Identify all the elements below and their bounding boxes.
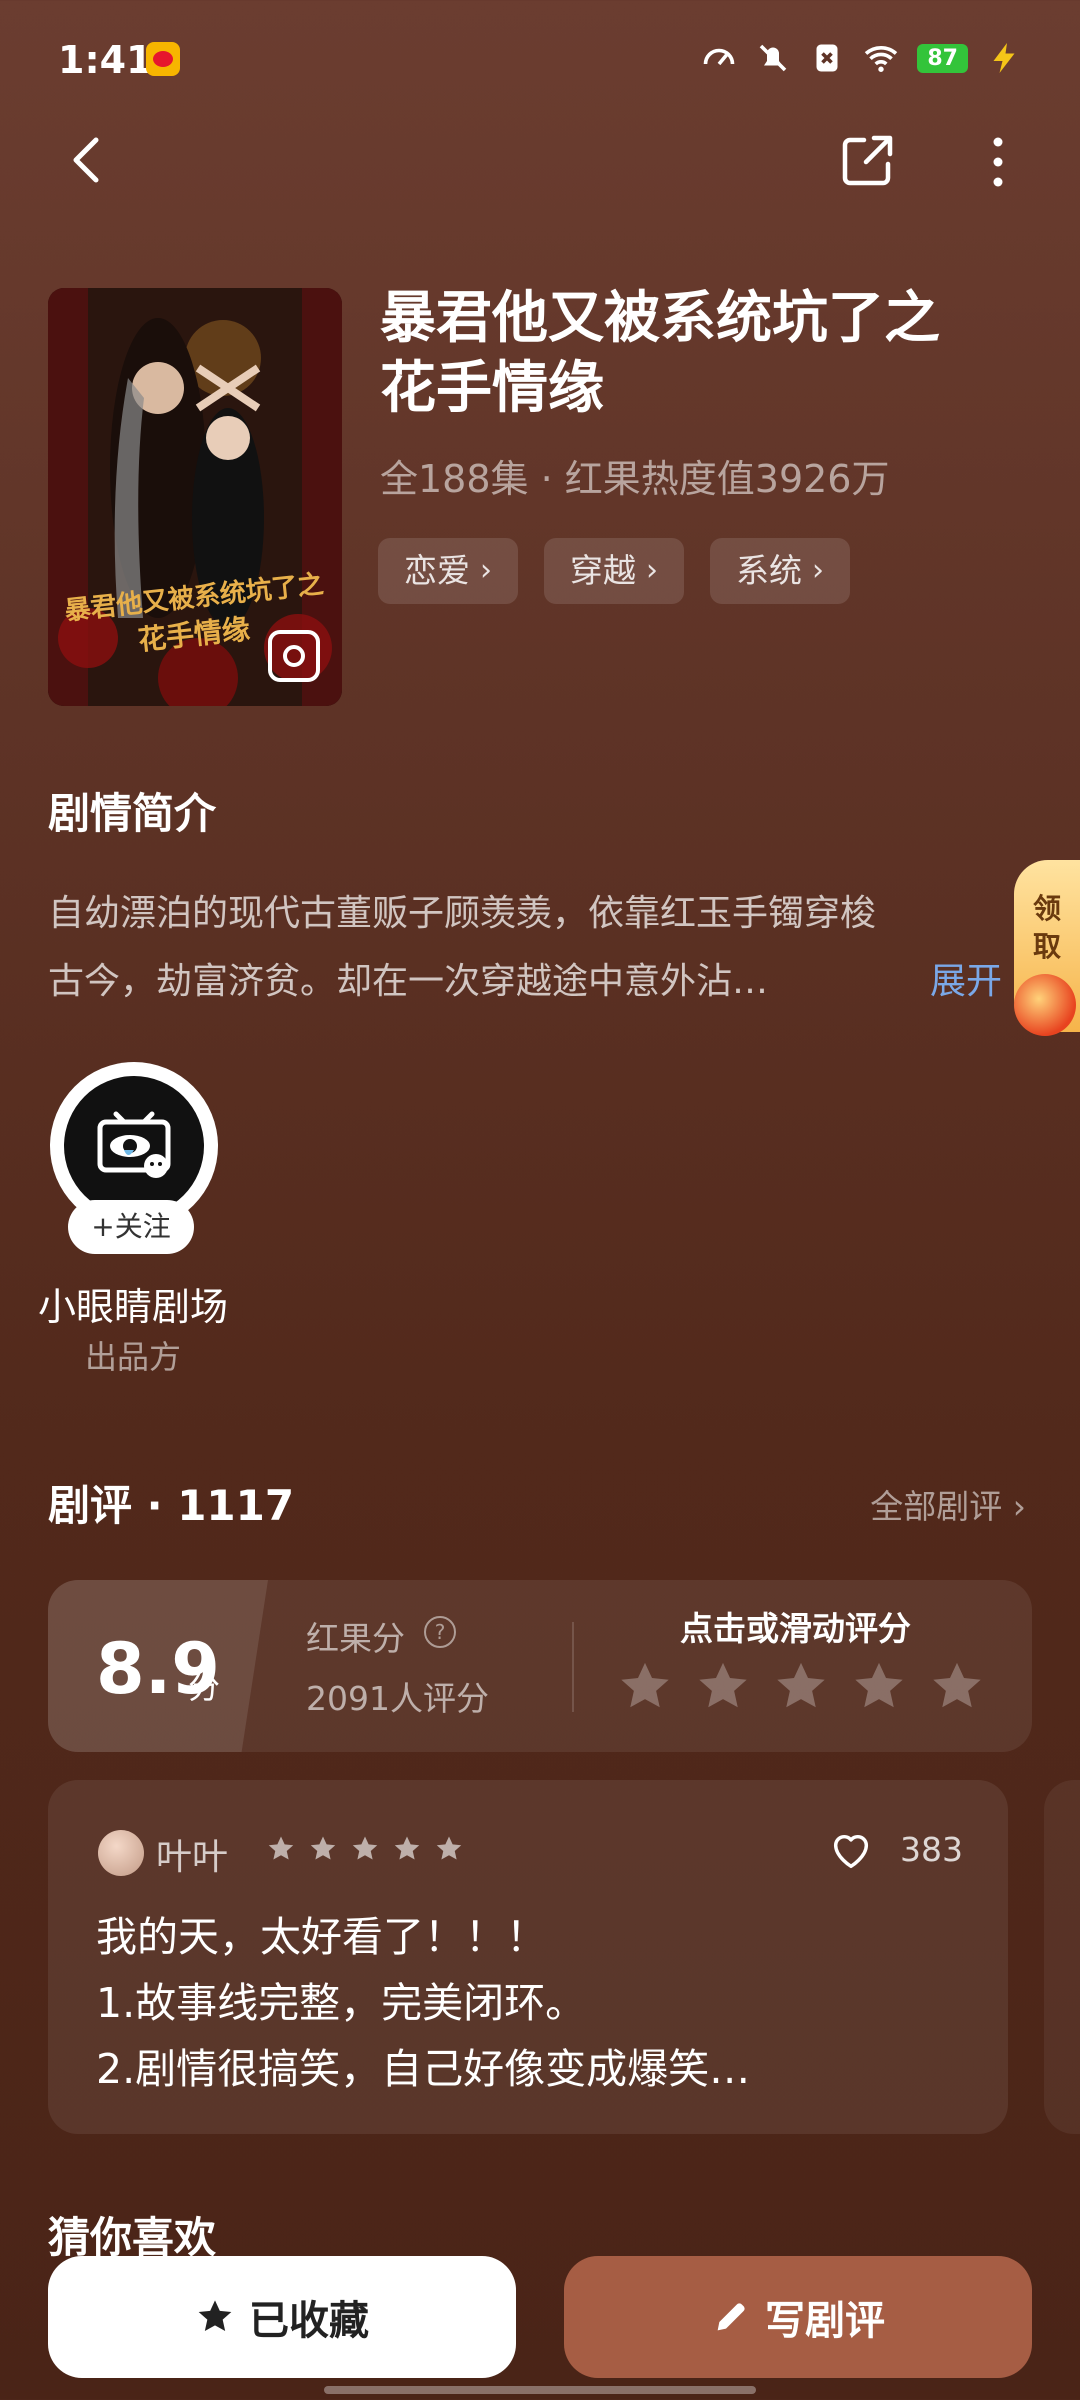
chevron-right-icon: › xyxy=(812,553,824,588)
review-line3: 2.剧情很搞笑，自己好像变成爆笑… xyxy=(96,2045,751,2093)
status-time: 1:41 xyxy=(58,38,153,82)
expand-link[interactable]: 展开 xyxy=(930,948,1002,1016)
synopsis-line2: 古今，劫富济贫。却在一次穿越途中意外沾… xyxy=(48,961,769,1002)
chevron-right-icon: › xyxy=(480,553,492,588)
reviews-title: 剧评 · 1117 xyxy=(48,1481,295,1530)
tag-list: 恋爱 › 穿越 › 系统 › xyxy=(378,538,850,604)
mute-icon xyxy=(760,44,787,72)
synopsis-text[interactable]: 自幼漂泊的现代古董贩子顾羡羡，依靠红玉手镯穿梭 古今，劫富济贫。却在一次穿越途中… xyxy=(48,880,1018,1016)
star-icon[interactable] xyxy=(772,1658,830,1716)
speedometer-icon xyxy=(704,48,735,66)
favorited-label: 已收藏 xyxy=(249,2298,369,2344)
reviewer-avatar[interactable] xyxy=(98,1830,144,1876)
review-stars xyxy=(266,1834,464,1864)
chevron-right-icon: › xyxy=(646,553,658,588)
charging-icon xyxy=(993,43,1015,73)
next-review-card-peek[interactable] xyxy=(1044,1780,1080,2134)
star-icon xyxy=(436,1836,462,1860)
write-review-label: 写剧评 xyxy=(765,2298,885,2344)
help-icon[interactable]: ? xyxy=(424,1616,456,1648)
star-icon[interactable] xyxy=(616,1658,674,1716)
tag-label: 恋爱 xyxy=(404,551,470,590)
review-text: 我的天，太好看了！！！ 1.故事线完整，完美闭环。 2.剧情很搞笑，自己好像变成… xyxy=(96,1904,976,2102)
review-card[interactable]: 叶叶 383 我的天，太好看了！！！ 1.故事线完整，完美闭环。 2.剧情很搞笑… xyxy=(48,1780,1008,2134)
rate-prompt: 点击或滑动评分 xyxy=(680,1609,911,1648)
star-icon xyxy=(394,1836,420,1860)
rating-count: 2091人评分 xyxy=(306,1679,489,1718)
back-icon[interactable] xyxy=(60,130,120,190)
star-icon[interactable] xyxy=(928,1658,986,1716)
score-card: 8.9 分 红果分 ? 2091人评分 点击或滑动评分 xyxy=(48,1580,1032,1752)
drama-meta: 全188集 · 红果热度值3926万 xyxy=(380,457,890,501)
star-icon xyxy=(268,1836,294,1860)
star-icon xyxy=(352,1836,378,1860)
status-icons: 87 xyxy=(701,40,1022,76)
red-envelope-icon[interactable] xyxy=(1014,974,1076,1036)
star-icon[interactable] xyxy=(694,1658,752,1716)
score-unit: 分 xyxy=(188,1668,221,1706)
wifi-icon xyxy=(865,46,898,72)
rating-stars[interactable] xyxy=(616,1658,986,1716)
share-icon[interactable] xyxy=(838,132,896,190)
drama-title-line1: 暴君他又被系统坑了之 xyxy=(380,286,940,351)
write-review-button[interactable]: 写剧评 xyxy=(564,2256,1032,2378)
home-indicator[interactable] xyxy=(324,2386,756,2394)
tag-label: 穿越 xyxy=(570,551,636,590)
synopsis-line1: 自幼漂泊的现代古董贩子顾羡羡，依靠红玉手镯穿梭 xyxy=(48,893,877,934)
drama-poster[interactable]: 暴君他又被系统坑了之 花手情缘 xyxy=(48,288,342,706)
tag-system[interactable]: 系统 › xyxy=(710,538,850,604)
producer-name[interactable]: 小眼睛剧场 xyxy=(26,1276,240,1331)
star-icon xyxy=(310,1836,336,1860)
divider xyxy=(572,1622,574,1712)
star-filled-icon xyxy=(198,2300,232,2331)
tag-time-travel[interactable]: 穿越 › xyxy=(544,538,684,604)
producer-logo xyxy=(64,1076,204,1216)
producer-role: 出品方 xyxy=(84,1338,181,1376)
claim-label-1: 领 xyxy=(1032,892,1061,925)
claim-label-2: 取 xyxy=(1032,930,1061,963)
tag-label: 系统 xyxy=(736,551,802,590)
hongguo-score-label: 红果分 xyxy=(306,1619,405,1658)
review-line2: 1.故事线完整，完美闭环。 xyxy=(96,1979,587,2027)
battery-level: 87 xyxy=(917,43,968,73)
sim-off-icon xyxy=(816,44,838,72)
eye-theatre-icon xyxy=(97,1111,171,1178)
all-reviews-link[interactable]: 全部剧评 › xyxy=(870,1480,1026,1528)
heart-icon[interactable] xyxy=(828,1828,874,1874)
reviewer-name[interactable]: 叶叶 xyxy=(156,1828,228,1880)
pencil-icon xyxy=(717,2303,745,2331)
drama-title-line2: 花手情缘 xyxy=(380,356,604,421)
poster-artwork: 暴君他又被系统坑了之 花手情缘 xyxy=(48,288,342,706)
like-count: 383 xyxy=(900,1830,963,1869)
synopsis-title: 剧情简介 xyxy=(48,789,217,838)
chevron-right-icon: › xyxy=(1012,1487,1026,1526)
star-icon[interactable] xyxy=(850,1658,908,1716)
status-bar: 1:41 87 xyxy=(0,0,1080,120)
drama-title: 暴君他又被系统坑了之 花手情缘 xyxy=(380,284,1020,424)
review-line1: 我的天，太好看了！！！ xyxy=(96,1913,547,1961)
follow-button[interactable]: +关注 xyxy=(68,1200,194,1254)
more-icon[interactable] xyxy=(978,132,1018,192)
favorited-button[interactable]: 已收藏 xyxy=(48,2256,516,2378)
weibo-notification-icon xyxy=(146,42,180,76)
all-reviews-label: 全部剧评 xyxy=(870,1487,1003,1526)
tag-romance[interactable]: 恋爱 › xyxy=(378,538,518,604)
